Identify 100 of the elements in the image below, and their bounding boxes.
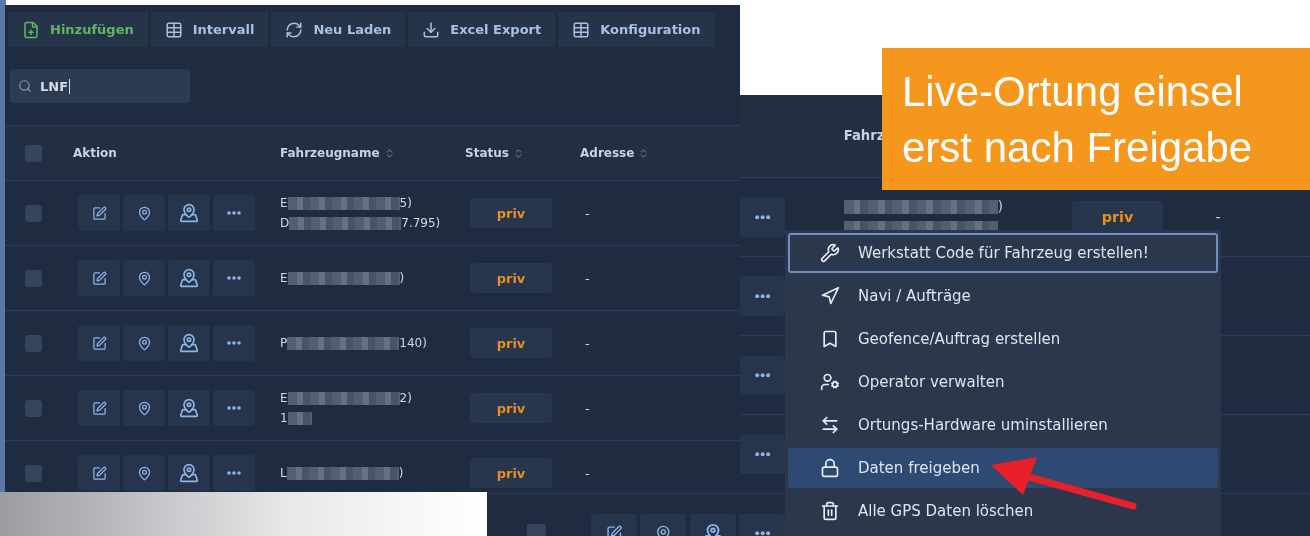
address-text: - [1215, 209, 1221, 226]
more-icon [754, 373, 770, 378]
edit-icon [91, 335, 107, 351]
address-text: - [585, 205, 590, 221]
status-badge: priv [470, 263, 552, 293]
more-icon [227, 471, 241, 475]
more-icon [227, 406, 241, 410]
edit-icon [91, 400, 107, 416]
toolbar-button[interactable]: Excel Export [408, 12, 556, 47]
select-all-checkbox[interactable] [25, 144, 42, 162]
map-button[interactable] [168, 455, 210, 491]
status-badge: priv [470, 458, 552, 488]
more-button[interactable] [213, 455, 255, 491]
more-icon [754, 214, 770, 220]
more-icon [754, 531, 770, 536]
menu-item[interactable]: Werkstatt Code für Fahrzeug erstellen! [788, 233, 1218, 273]
more-button[interactable] [739, 276, 786, 317]
lock-icon [820, 458, 840, 478]
more-icon [754, 452, 770, 457]
menu-item[interactable]: Daten freigeben [788, 448, 1218, 488]
location-button[interactable] [123, 195, 165, 231]
menu-item[interactable]: Operator verwalten [788, 362, 1218, 402]
column-header: Aktion [73, 146, 117, 160]
menu-item[interactable]: Alle GPS Daten löschen [788, 491, 1218, 531]
toolbar-button[interactable]: Intervall [150, 12, 269, 47]
more-button[interactable] [213, 325, 255, 361]
column-header[interactable]: Status [465, 146, 509, 160]
status-badge: priv [470, 328, 552, 358]
edit-button[interactable] [78, 390, 120, 426]
pin-icon [136, 335, 152, 351]
map-pin-icon [179, 398, 199, 418]
row-checkbox[interactable] [25, 269, 42, 287]
vehicle-detail: D 7.795) [280, 216, 441, 230]
more-icon [227, 276, 241, 280]
map-pin-icon [179, 268, 199, 288]
edit-button[interactable] [78, 260, 120, 296]
address-text: - [585, 465, 590, 481]
edit-button[interactable] [78, 455, 120, 491]
edit-icon [91, 465, 107, 481]
more-button[interactable] [213, 260, 255, 296]
address-text: - [585, 270, 590, 286]
file-plus-icon [22, 20, 40, 39]
more-button[interactable] [213, 195, 255, 231]
column-header: Fahrz [843, 128, 885, 144]
pin-icon [136, 270, 152, 286]
pin-icon [136, 205, 152, 221]
location-button[interactable] [123, 325, 165, 361]
map-button[interactable] [168, 325, 210, 361]
more-button[interactable] [739, 355, 786, 396]
toolbar-button[interactable]: Neu Laden [271, 12, 406, 47]
location-button[interactable] [123, 390, 165, 426]
menu-item[interactable]: Ortungs-Hardware uminstallieren [788, 405, 1218, 445]
refresh-icon [285, 20, 304, 39]
vehicle-name: L ) [280, 466, 404, 480]
map-button[interactable] [168, 195, 210, 231]
bookmark-icon [820, 329, 840, 349]
map-pin-icon [179, 463, 199, 483]
row-checkbox[interactable] [25, 464, 42, 482]
wrench-icon [820, 243, 840, 263]
location-button[interactable] [123, 455, 165, 491]
more-button[interactable] [739, 197, 786, 237]
column-header[interactable]: Adresse [580, 146, 635, 160]
edit-button[interactable] [78, 325, 120, 361]
more-button[interactable] [213, 390, 255, 426]
toolbar-button[interactable]: Konfiguration [558, 12, 715, 47]
more-button[interactable] [739, 434, 786, 475]
map-pin-icon [179, 333, 199, 353]
address-text: - [585, 400, 590, 416]
more-icon [227, 211, 241, 215]
row-checkbox[interactable] [25, 334, 42, 352]
edit-icon [91, 205, 107, 221]
download-icon [422, 20, 441, 39]
vehicle-name: P 140) [280, 336, 427, 350]
blurred-text [287, 411, 312, 425]
vehicle-name: ) [843, 199, 1003, 215]
toolbar-button[interactable]: Hinzufügen [8, 12, 148, 47]
location-button[interactable] [123, 260, 165, 296]
trash-icon [820, 501, 840, 521]
map-button[interactable] [168, 390, 210, 426]
edit-button[interactable] [78, 195, 120, 231]
vehicle-name: E ) [280, 271, 405, 285]
more-icon [754, 294, 770, 299]
vehicle-name: E 2) [280, 391, 412, 405]
column-header[interactable]: Fahrzeugname [280, 146, 380, 160]
edit-icon [91, 270, 107, 286]
search-field[interactable]: LNF [10, 69, 190, 103]
row-checkbox[interactable] [25, 399, 42, 417]
menu-item[interactable]: Geofence/Auftrag erstellen [788, 319, 1218, 359]
search-icon [18, 79, 32, 93]
banner-text: erst nach Freigabe [902, 123, 1254, 173]
more-icon [227, 341, 241, 345]
pin-icon [136, 400, 152, 416]
user-icon [820, 372, 840, 392]
status-badge: priv [470, 198, 552, 228]
pin-icon [136, 465, 152, 481]
menu-item[interactable]: Navi / Aufträge [788, 276, 1218, 316]
banner-text: Live-Ortung einsel [902, 67, 1244, 117]
map-button[interactable] [168, 260, 210, 296]
edit-icon [605, 525, 623, 536]
row-checkbox[interactable] [25, 204, 42, 222]
